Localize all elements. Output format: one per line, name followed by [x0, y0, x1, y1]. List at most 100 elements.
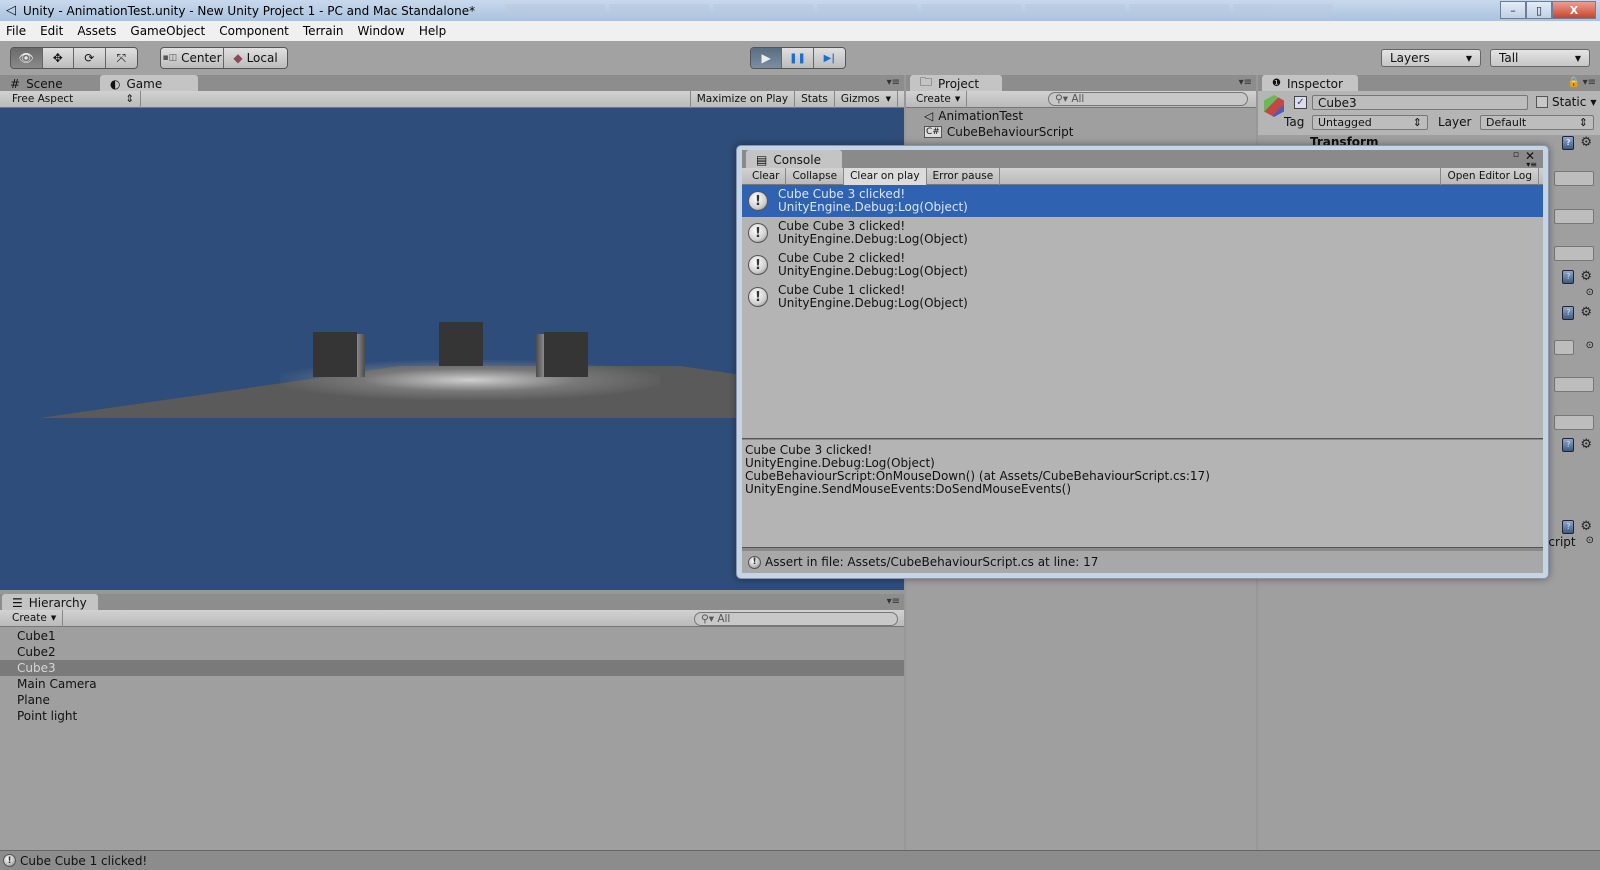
hierarchy-item-cube2[interactable]: Cube2: [0, 644, 904, 660]
component-field[interactable]: [1554, 377, 1594, 392]
tab-console[interactable]: ▤ Console: [746, 150, 842, 168]
tab-project[interactable]: 🗀 Project: [910, 75, 1002, 91]
game-toolbar: Free Aspect ⇕ Maximize on Play Stats Gizm…: [0, 90, 904, 108]
hierarchy-item-cube3[interactable]: Cube3: [0, 660, 904, 676]
menu-component[interactable]: Component: [219, 24, 289, 38]
lock-icon[interactable]: 🔒: [1568, 77, 1580, 88]
gear-icon[interactable]: ⚙: [1580, 305, 1592, 320]
local-cube-icon: ◆: [233, 51, 243, 65]
object-picker-icon[interactable]: ⊙: [1586, 340, 1594, 351]
menu-help[interactable]: Help: [419, 24, 446, 38]
project-item[interactable]: ◁ AnimationTest: [924, 109, 1023, 123]
hierarchy-create-button[interactable]: Create ▼: [6, 609, 64, 627]
pivot-center-button[interactable]: ▪◫ Center: [161, 48, 225, 68]
scale-tool-button[interactable]: ⤧: [105, 48, 137, 68]
help-book-icon[interactable]: ?: [1562, 519, 1575, 534]
info-message-icon: !: [748, 223, 768, 243]
dropdown-arrow-icon: ▼: [1590, 97, 1597, 107]
project-create-button[interactable]: Create ▼: [910, 90, 968, 108]
console-stacktrace[interactable]: Cube Cube 3 clicked! UnityEngine.Debug:L…: [742, 440, 1543, 548]
log-entry[interactable]: ! Cube Cube 3 clicked! UnityEngine.Debug:…: [742, 185, 1543, 217]
menu-terrain[interactable]: Terrain: [303, 24, 344, 38]
cube-1[interactable]: [313, 332, 357, 377]
stats-toggle[interactable]: Stats: [795, 90, 835, 108]
collapse-toggle[interactable]: Collapse: [786, 167, 845, 185]
layers-dropdown[interactable]: Layers ▼: [1381, 49, 1481, 67]
console-status-bar: ! Assert in file: Assets/CubeBehaviourSc…: [742, 551, 1543, 573]
layout-dropdown[interactable]: Tall ▼: [1490, 49, 1590, 67]
transform-field[interactable]: [1554, 171, 1594, 186]
object-picker-icon[interactable]: ⊙: [1586, 287, 1594, 298]
menu-gameobject[interactable]: GameObject: [130, 24, 205, 38]
help-book-icon[interactable]: ?: [1562, 135, 1575, 150]
status-bar[interactable]: ! Cube Cube 1 clicked!: [0, 850, 1600, 870]
project-search-input[interactable]: ⚲▾ All: [1048, 92, 1248, 106]
clear-button[interactable]: Clear: [746, 167, 787, 185]
close-button[interactable]: X: [1552, 1, 1596, 19]
minimize-button[interactable]: –: [1500, 1, 1526, 19]
layer-dropdown[interactable]: Default ⇕: [1480, 115, 1594, 130]
panel-menu-icon[interactable]: ▾≡: [887, 77, 900, 88]
hierarchy-search-input[interactable]: ⚲▾ All: [694, 612, 898, 626]
gear-icon[interactable]: ⚙: [1580, 269, 1592, 284]
gear-icon[interactable]: ⚙: [1580, 519, 1592, 534]
hierarchy-item-plane[interactable]: Plane: [0, 692, 904, 708]
hierarchy-item-cube1[interactable]: Cube1: [0, 628, 904, 644]
layer-label: Layer: [1438, 115, 1472, 129]
active-checkbox[interactable]: ✓: [1294, 96, 1307, 109]
transform-field[interactable]: [1554, 246, 1594, 261]
aspect-dropdown[interactable]: Free Aspect ⇕: [6, 90, 141, 108]
pause-button[interactable]: ❚❚: [782, 48, 814, 68]
material-field[interactable]: [1554, 340, 1574, 355]
tab-game[interactable]: ◐ Game: [100, 75, 198, 91]
object-picker-icon[interactable]: ⊙: [1586, 535, 1594, 549]
maximize-on-play-toggle[interactable]: Maximize on Play: [689, 90, 796, 108]
log-entry[interactable]: ! Cube Cube 1 clicked! UnityEngine.Debug:…: [742, 281, 1543, 313]
play-button[interactable]: ▶: [751, 48, 783, 68]
gear-icon[interactable]: ⚙: [1580, 437, 1592, 452]
project-item[interactable]: C# CubeBehaviourScript: [924, 125, 1074, 139]
tab-inspector[interactable]: ❶ Inspector: [1262, 75, 1358, 91]
tag-dropdown[interactable]: Untagged ⇕: [1312, 115, 1428, 130]
error-pause-toggle[interactable]: Error pause: [927, 167, 1001, 185]
menu-window[interactable]: Window: [358, 24, 405, 38]
hierarchy-item-main-camera[interactable]: Main Camera: [0, 676, 904, 692]
pivot-local-button[interactable]: ◆ Local: [224, 48, 287, 68]
clear-on-play-toggle[interactable]: Clear on play: [844, 167, 927, 185]
help-book-icon[interactable]: ?: [1562, 269, 1575, 284]
menu-edit[interactable]: Edit: [40, 24, 63, 38]
pivot-local-label: Local: [246, 51, 278, 65]
panel-menu-icon[interactable]: ▾≡: [1239, 77, 1252, 88]
static-checkbox[interactable]: [1536, 96, 1548, 108]
gizmos-dropdown[interactable]: Gizmos ▼: [835, 90, 898, 108]
maximize-button[interactable]: ▯: [1526, 1, 1552, 19]
help-book-icon[interactable]: ?: [1562, 305, 1575, 320]
log-trace: UnityEngine.Debug:Log(Object): [778, 200, 968, 214]
tab-hierarchy[interactable]: ☰ Hierarchy: [2, 594, 98, 610]
gear-icon[interactable]: ⚙: [1580, 135, 1592, 150]
object-name-field[interactable]: Cube3: [1312, 95, 1528, 110]
log-entry[interactable]: ! Cube Cube 3 clicked! UnityEngine.Debug:…: [742, 217, 1543, 249]
panel-menu-icon[interactable]: ▾≡: [1583, 77, 1596, 88]
transform-field[interactable]: [1554, 209, 1594, 224]
rotate-tool-button[interactable]: ⟳: [74, 48, 106, 68]
dropdown-arrow-icon: ▼: [1465, 53, 1472, 63]
log-entry[interactable]: ! Cube Cube 2 clicked! UnityEngine.Debug:…: [742, 249, 1543, 281]
view-tool-button[interactable]: 👁: [11, 48, 43, 68]
cube-2[interactable]: [439, 322, 483, 366]
tab-scene[interactable]: # Scene: [0, 75, 71, 91]
maximize-window-icon[interactable]: ▫: [1513, 150, 1519, 160]
help-book-icon[interactable]: ?: [1562, 437, 1575, 452]
move-tool-button[interactable]: ✥: [42, 48, 74, 68]
component-field[interactable]: [1554, 415, 1594, 430]
open-editor-log-button[interactable]: Open Editor Log: [1440, 167, 1539, 185]
step-button[interactable]: ▶|: [813, 48, 845, 68]
search-placeholder: All: [1071, 93, 1085, 105]
scale-icon: ⤧: [116, 50, 127, 65]
cube-3[interactable]: [544, 332, 588, 377]
panel-menu-icon[interactable]: ▾≡: [887, 596, 900, 607]
menu-assets[interactable]: Assets: [77, 24, 116, 38]
menu-file[interactable]: File: [6, 24, 26, 38]
static-toggle[interactable]: Static ▼: [1536, 95, 1596, 109]
hierarchy-item-point-light[interactable]: Point light: [0, 708, 904, 724]
